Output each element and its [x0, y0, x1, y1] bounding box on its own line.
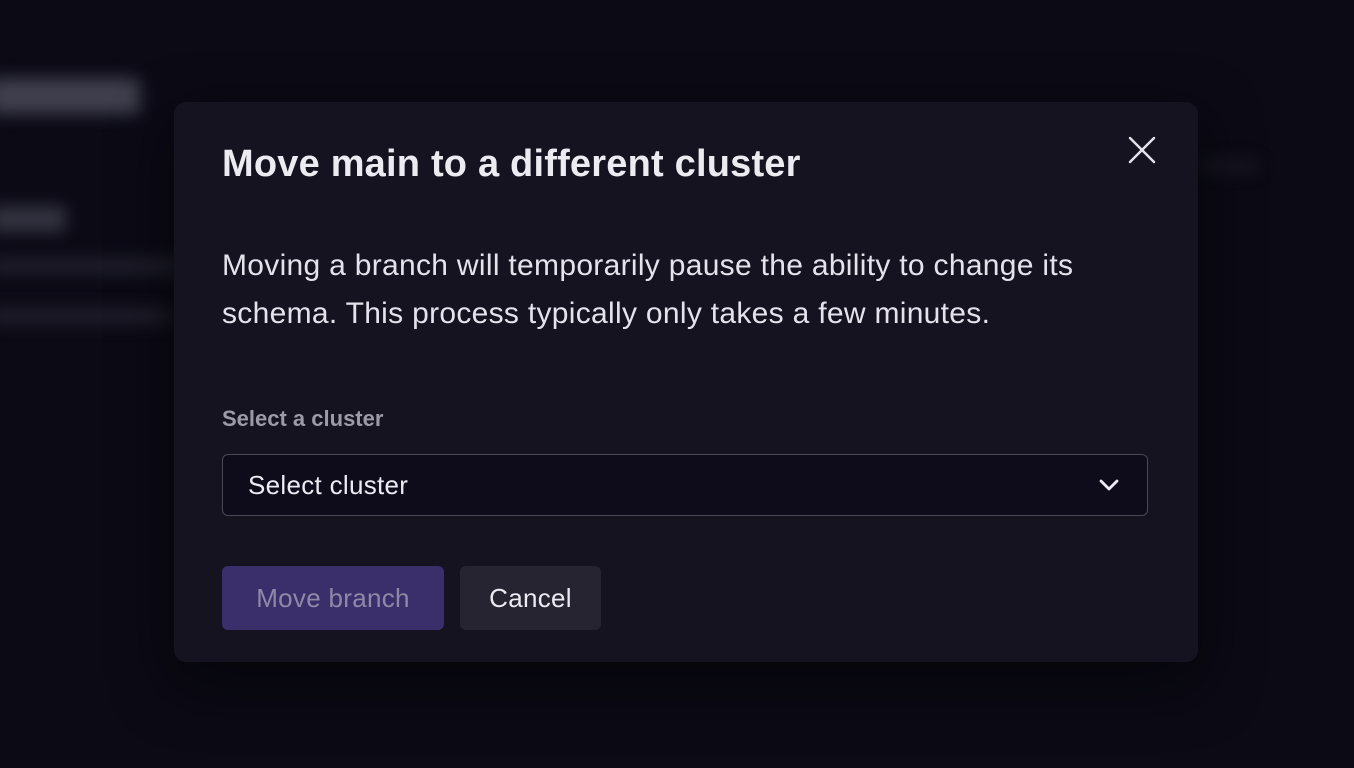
- cluster-select-value: Select cluster: [248, 470, 409, 500]
- move-branch-dialog: Move main to a different cluster Moving …: [174, 102, 1198, 662]
- close-button[interactable]: [1120, 128, 1164, 172]
- dialog-title: Move main to a different cluster: [222, 143, 801, 185]
- cancel-button[interactable]: Cancel: [460, 566, 601, 630]
- background-subheading-blurred: [0, 206, 66, 232]
- background-heading-blurred: [0, 78, 140, 114]
- background-text-blurred: [0, 308, 170, 324]
- move-branch-button[interactable]: Move branch: [222, 566, 444, 630]
- background-text-blurred: [1200, 160, 1260, 172]
- close-icon: [1128, 136, 1156, 164]
- cluster-field-label: Select a cluster: [222, 406, 384, 431]
- chevron-down-icon: [1099, 479, 1119, 491]
- cluster-select[interactable]: Select cluster: [222, 454, 1148, 516]
- background-text-blurred: [0, 258, 180, 274]
- dialog-description: Moving a branch will temporarily pause t…: [222, 249, 1074, 330]
